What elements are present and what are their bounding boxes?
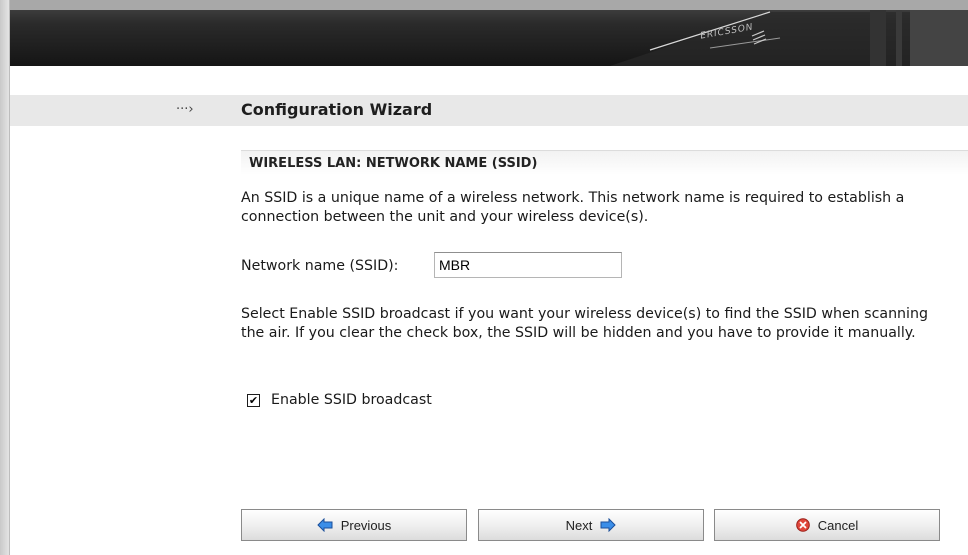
previous-button-label: Previous (340, 517, 392, 533)
next-button[interactable]: Next (478, 509, 704, 541)
cancel-icon (795, 518, 810, 532)
previous-button[interactable]: Previous (241, 509, 467, 541)
window-left-edge (0, 0, 10, 555)
section-heading: WIRELESS LAN: NETWORK NAME (SSID) (241, 150, 968, 175)
header-banner: ERICSSON (10, 0, 968, 66)
breadcrumb-arrow-icon: ···› (176, 102, 194, 117)
section-heading-text: WIRELESS LAN: NETWORK NAME (SSID) (249, 156, 538, 171)
next-button-label: Next (565, 517, 593, 533)
page-title: Configuration Wizard (241, 100, 433, 119)
cancel-button-label: Cancel (817, 517, 859, 533)
enable-ssid-broadcast-label[interactable]: Enable SSID broadcast (271, 392, 432, 408)
header-graphic (610, 10, 968, 66)
wizard-title-bar: ···› Configuration Wizard (10, 95, 968, 126)
ssid-description: An SSID is a unique name of a wireless n… (241, 190, 905, 225)
arrow-left-icon (316, 518, 333, 532)
ssid-label: Network name (SSID): (241, 258, 399, 274)
arrow-right-icon (600, 518, 617, 532)
enable-ssid-broadcast-checkbox[interactable]: ✔ (247, 394, 260, 407)
ssid-input[interactable] (434, 252, 622, 278)
cancel-button[interactable]: Cancel (714, 509, 940, 541)
broadcast-description: Select Enable SSID broadcast if you want… (241, 306, 928, 341)
